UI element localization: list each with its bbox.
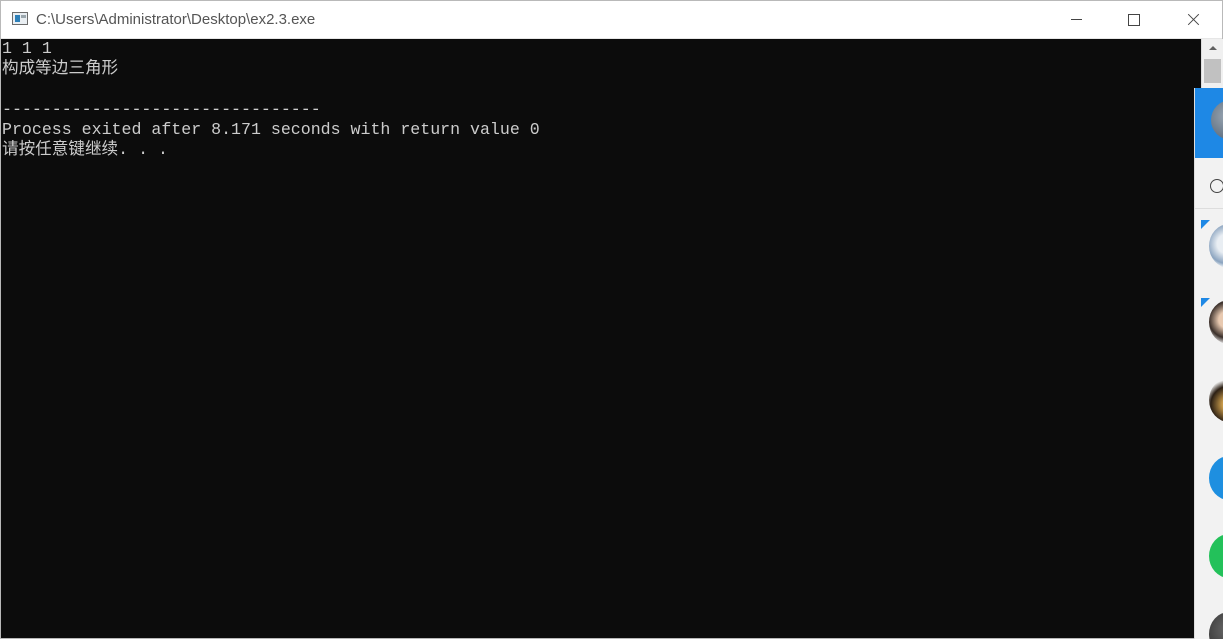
check-circle-icon[interactable] <box>1210 179 1223 193</box>
console-line: 请按任意键继续. . . <box>2 140 168 160</box>
minimize-icon <box>1070 19 1082 20</box>
close-button[interactable] <box>1164 1 1222 38</box>
title-bar[interactable]: C:\Users\Administrator\Desktop\ex2.3.exe <box>1 1 1222 39</box>
maximize-icon <box>1128 13 1140 26</box>
console-line: 1 1 1 <box>2 39 52 58</box>
contact-avatar[interactable] <box>1209 224 1223 268</box>
console-line: 构成等边三角形 <box>2 59 119 79</box>
close-icon <box>1186 13 1200 27</box>
unread-flag-icon <box>1201 220 1210 229</box>
scroll-thumb[interactable] <box>1204 59 1221 83</box>
chat-side-panel <box>1194 88 1223 639</box>
side-panel-header <box>1195 88 1223 158</box>
contact-avatar[interactable] <box>1209 300 1223 344</box>
window-title: C:\Users\Administrator\Desktop\ex2.3.exe <box>36 11 316 28</box>
minimize-button[interactable] <box>1047 1 1105 38</box>
console-line: Process exited after 8.171 seconds with … <box>2 120 540 140</box>
console-line: -------------------------------- <box>2 99 321 119</box>
unread-flag-icon <box>1201 298 1210 307</box>
contact-avatar[interactable] <box>1209 456 1223 500</box>
console-app-icon[interactable] <box>12 12 28 25</box>
console-output[interactable]: 1 1 1 构成等边三角形 --------------------------… <box>1 39 1201 638</box>
maximize-button[interactable] <box>1105 1 1163 38</box>
user-avatar[interactable] <box>1211 100 1223 140</box>
contact-avatar[interactable] <box>1209 378 1223 422</box>
divider <box>1195 208 1223 209</box>
contact-avatar[interactable] <box>1209 534 1223 578</box>
scroll-up-arrow-icon[interactable] <box>1202 39 1223 56</box>
contact-avatar[interactable] <box>1209 612 1223 639</box>
console-window: C:\Users\Administrator\Desktop\ex2.3.exe… <box>0 0 1223 639</box>
